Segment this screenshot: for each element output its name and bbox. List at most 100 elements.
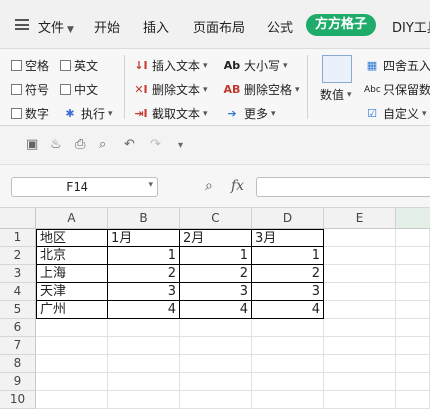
grid-cell[interactable] bbox=[36, 355, 108, 373]
grid-cell[interactable] bbox=[36, 373, 108, 391]
menu-file[interactable]: 文件 ▼ bbox=[38, 17, 74, 36]
table-cell[interactable]: 4 bbox=[180, 301, 252, 319]
grid-cell[interactable] bbox=[108, 337, 180, 355]
numeric-button[interactable]: 数值 ▾ bbox=[320, 86, 352, 103]
grid-cell[interactable] bbox=[396, 283, 430, 301]
keep-valid-button[interactable]: Abc 只保留数 bbox=[364, 81, 430, 98]
table-cell[interactable]: 天津 bbox=[36, 283, 108, 301]
grid-cell[interactable] bbox=[396, 247, 430, 265]
grid-cell[interactable] bbox=[36, 319, 108, 337]
row-header-7[interactable]: 7 bbox=[0, 337, 36, 355]
numeric-icon[interactable] bbox=[322, 55, 352, 83]
table-cell[interactable]: 地区 bbox=[36, 229, 108, 247]
table-cell[interactable]: 2月 bbox=[180, 229, 252, 247]
grid-cell[interactable] bbox=[324, 247, 396, 265]
checkbox-number[interactable]: 数字 bbox=[11, 105, 49, 122]
grid-cell[interactable] bbox=[324, 391, 396, 409]
grid-cell[interactable] bbox=[396, 391, 430, 409]
row-header-6[interactable]: 6 bbox=[0, 319, 36, 337]
grid-cell[interactable] bbox=[252, 337, 324, 355]
tab-page-layout[interactable]: 页面布局 bbox=[193, 17, 245, 36]
grid-cell[interactable] bbox=[324, 373, 396, 391]
grid-cell[interactable] bbox=[324, 265, 396, 283]
grid-cell[interactable] bbox=[180, 355, 252, 373]
grid-cell[interactable] bbox=[324, 283, 396, 301]
row-header-5[interactable]: 5 bbox=[0, 301, 36, 319]
row-header-4[interactable]: 4 bbox=[0, 283, 36, 301]
name-box[interactable]: F14 ▾ bbox=[11, 177, 158, 197]
grid-cell[interactable] bbox=[396, 319, 430, 337]
grid-cell[interactable] bbox=[396, 355, 430, 373]
grid-cell[interactable] bbox=[324, 355, 396, 373]
grid-cell[interactable] bbox=[396, 337, 430, 355]
table-cell[interactable]: 3月 bbox=[252, 229, 324, 247]
grid-cell[interactable] bbox=[180, 391, 252, 409]
grid-cell[interactable] bbox=[252, 319, 324, 337]
checkbox-space[interactable]: 空格 bbox=[11, 57, 49, 74]
grid-cell[interactable] bbox=[108, 355, 180, 373]
grid-cell[interactable] bbox=[396, 373, 430, 391]
tab-home[interactable]: 开始 bbox=[94, 17, 120, 36]
table-cell[interactable]: 4 bbox=[108, 301, 180, 319]
grid-cell[interactable] bbox=[252, 355, 324, 373]
table-cell[interactable]: 2 bbox=[108, 265, 180, 283]
grid-cell[interactable] bbox=[180, 337, 252, 355]
menu-icon[interactable] bbox=[15, 19, 29, 30]
row-header-8[interactable]: 8 bbox=[0, 355, 36, 373]
table-cell[interactable]: 上海 bbox=[36, 265, 108, 283]
table-cell[interactable]: 1月 bbox=[108, 229, 180, 247]
tab-formulas[interactable]: 公式 bbox=[267, 17, 293, 36]
grid-cell[interactable] bbox=[324, 301, 396, 319]
checkbox-english[interactable]: 英文 bbox=[60, 57, 98, 74]
column-header-a[interactable]: A bbox=[36, 208, 108, 229]
zoom-search-icon[interactable]: ⌕ bbox=[205, 178, 213, 194]
table-cell[interactable]: 3 bbox=[108, 283, 180, 301]
undo-icon[interactable]: ↶ bbox=[124, 137, 135, 152]
grid-cell[interactable] bbox=[324, 337, 396, 355]
table-cell[interactable]: 1 bbox=[180, 247, 252, 265]
grid-cell[interactable] bbox=[180, 373, 252, 391]
column-header-d[interactable]: D bbox=[252, 208, 324, 229]
insert-text-button[interactable]: ↓I 插入文本 ▾ bbox=[133, 57, 207, 74]
row-header-1[interactable]: 1 bbox=[0, 229, 36, 247]
execute-button[interactable]: ✱ 执行 ▾ bbox=[62, 105, 112, 122]
select-all-corner[interactable] bbox=[0, 208, 36, 229]
column-header-c[interactable]: C bbox=[180, 208, 252, 229]
save-icon[interactable]: ▣ bbox=[26, 137, 38, 152]
column-header-e[interactable]: E bbox=[324, 208, 396, 229]
more-button[interactable]: ➔ 更多 ▾ bbox=[223, 105, 275, 122]
row-header-9[interactable]: 9 bbox=[0, 373, 36, 391]
table-cell[interactable]: 北京 bbox=[36, 247, 108, 265]
grid-cell[interactable] bbox=[324, 319, 396, 337]
fx-icon[interactable]: fx bbox=[231, 178, 244, 194]
delete-spaces-button[interactable]: AB 删除空格 ▾ bbox=[223, 81, 300, 98]
column-header-f[interactable] bbox=[396, 208, 430, 229]
print-icon[interactable]: ⎙ bbox=[75, 137, 85, 152]
table-cell[interactable]: 3 bbox=[180, 283, 252, 301]
grid-cell[interactable] bbox=[180, 319, 252, 337]
table-cell[interactable]: 2 bbox=[180, 265, 252, 283]
round-button[interactable]: ▦ 四舍五入 bbox=[364, 57, 430, 74]
row-header-2[interactable]: 2 bbox=[0, 247, 36, 265]
grid-cell[interactable] bbox=[36, 337, 108, 355]
checkbox-chinese[interactable]: 中文 bbox=[60, 81, 98, 98]
redo-icon[interactable]: ↷ bbox=[150, 137, 161, 152]
tab-insert[interactable]: 插入 bbox=[143, 17, 169, 36]
tab-ffgz[interactable]: 方方格子 bbox=[306, 14, 376, 36]
grid-cell[interactable] bbox=[396, 301, 430, 319]
grid-cell[interactable] bbox=[108, 319, 180, 337]
delete-text-button[interactable]: ✕I 删除文本 ▾ bbox=[133, 81, 207, 98]
grid-cell[interactable] bbox=[396, 265, 430, 283]
grid-cell[interactable] bbox=[396, 229, 430, 247]
grid-cell[interactable] bbox=[252, 391, 324, 409]
customize-toolbar-icon[interactable]: ▾ bbox=[178, 140, 183, 151]
table-cell[interactable]: 2 bbox=[252, 265, 324, 283]
table-cell[interactable]: 3 bbox=[252, 283, 324, 301]
print-preview-icon[interactable]: ⌕ bbox=[99, 137, 106, 152]
format-painter-icon[interactable]: ♨ bbox=[50, 137, 62, 152]
formula-input[interactable] bbox=[256, 177, 430, 197]
tab-diy-tools[interactable]: DIY工具 bbox=[392, 17, 430, 36]
table-cell[interactable]: 1 bbox=[252, 247, 324, 265]
row-header-3[interactable]: 3 bbox=[0, 265, 36, 283]
row-header-10[interactable]: 10 bbox=[0, 391, 36, 409]
